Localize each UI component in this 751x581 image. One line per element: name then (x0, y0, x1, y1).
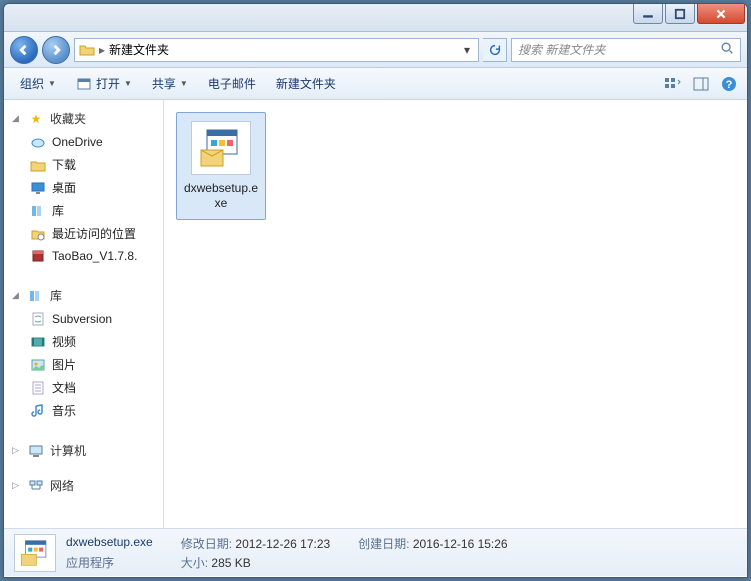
file-item[interactable]: dxwebsetup.exe (176, 112, 266, 220)
desktop-icon (30, 180, 46, 196)
details-meta: dxwebsetup.exe 修改日期: 2012-12-26 17:23 创建… (66, 535, 508, 571)
libraries-header[interactable]: ◢ 库 (4, 283, 163, 308)
sidebar-item-documents[interactable]: 文档 (4, 376, 163, 399)
sidebar-item-downloads[interactable]: 下载 (4, 153, 163, 176)
videos-icon (30, 334, 46, 350)
preview-pane-button[interactable] (691, 74, 711, 94)
expand-icon: ▷ (12, 480, 22, 491)
computer-icon (28, 443, 44, 459)
downloads-icon (30, 157, 46, 173)
help-button[interactable]: ? (719, 74, 739, 94)
collapse-icon: ◢ (12, 113, 22, 124)
archive-icon (30, 248, 46, 264)
toolbar: 组织▼ 打开▼ 共享▼ 电子邮件 新建文件夹 ? (4, 68, 747, 100)
organize-menu[interactable]: 组织▼ (12, 72, 64, 95)
close-button[interactable] (697, 4, 745, 24)
forward-button[interactable] (42, 36, 70, 64)
chevron-down-icon: ▼ (124, 79, 132, 88)
chevron-down-icon: ▼ (180, 79, 188, 88)
created-label: 创建日期: (358, 537, 409, 551)
documents-icon (30, 380, 46, 396)
sidebar: ◢ ★ 收藏夹 OneDrive 下载 桌面 库 最近访问的位置 TaoBao_… (4, 100, 164, 528)
address-bar[interactable]: ▸ 新建文件夹 ▾ (74, 38, 479, 62)
email-button[interactable]: 电子邮件 (200, 72, 264, 95)
sidebar-item-onedrive[interactable]: OneDrive (4, 131, 163, 153)
installer-icon (191, 121, 251, 175)
size-value: 285 KB (211, 556, 250, 570)
network-icon (28, 478, 44, 494)
favorites-header[interactable]: ◢ ★ 收藏夹 (4, 106, 163, 131)
back-button[interactable] (10, 36, 38, 64)
address-dropdown[interactable]: ▾ (460, 43, 474, 57)
search-icon (720, 41, 734, 58)
subversion-icon (30, 311, 46, 327)
libraries-icon (30, 203, 46, 219)
sidebar-item-taobao[interactable]: TaoBao_V1.7.8. (4, 245, 163, 267)
file-label: dxwebsetup.exe (181, 181, 261, 211)
body: ◢ ★ 收藏夹 OneDrive 下载 桌面 库 最近访问的位置 TaoBao_… (4, 100, 747, 528)
folder-icon (79, 42, 95, 58)
libraries-group: ◢ 库 Subversion 视频 图片 文档 音乐 (4, 277, 163, 432)
search-input[interactable]: 搜索 新建文件夹 (511, 38, 741, 62)
details-filename: dxwebsetup.exe (66, 535, 153, 552)
sidebar-item-recent[interactable]: 最近访问的位置 (4, 222, 163, 245)
recent-icon (30, 226, 46, 242)
sidebar-item-videos[interactable]: 视频 (4, 330, 163, 353)
new-folder-button[interactable]: 新建文件夹 (268, 72, 344, 95)
details-type: 应用程序 (66, 554, 153, 571)
onedrive-icon (30, 134, 46, 150)
titlebar (4, 4, 747, 32)
open-button[interactable]: 打开▼ (68, 72, 140, 95)
modified-value: 2012-12-26 17:23 (235, 537, 330, 551)
sidebar-item-music[interactable]: 音乐 (4, 399, 163, 422)
computer-header[interactable]: ▷ 计算机 (4, 438, 163, 463)
refresh-button[interactable] (483, 38, 507, 62)
sidebar-item-subversion[interactable]: Subversion (4, 308, 163, 330)
chevron-down-icon: ▼ (48, 79, 56, 88)
file-list[interactable]: dxwebsetup.exe (164, 100, 747, 528)
sidebar-item-pictures[interactable]: 图片 (4, 353, 163, 376)
breadcrumb-current[interactable]: 新建文件夹 (109, 41, 169, 58)
svg-text:?: ? (726, 79, 733, 91)
share-menu[interactable]: 共享▼ (144, 72, 196, 95)
computer-group: ▷ 计算机 (4, 432, 163, 473)
modified-label: 修改日期: (181, 537, 232, 551)
explorer-window: ▸ 新建文件夹 ▾ 搜索 新建文件夹 组织▼ 打开▼ 共享▼ 电子邮件 新建文件… (3, 3, 748, 578)
created-value: 2016-12-16 15:26 (413, 537, 508, 551)
minimize-button[interactable] (633, 4, 663, 24)
size-label: 大小: (181, 556, 208, 570)
expand-icon: ▷ (12, 445, 22, 456)
sidebar-item-libraries-fav[interactable]: 库 (4, 199, 163, 222)
favorites-group: ◢ ★ 收藏夹 OneDrive 下载 桌面 库 最近访问的位置 TaoBao_… (4, 100, 163, 277)
details-pane: dxwebsetup.exe 修改日期: 2012-12-26 17:23 创建… (4, 528, 747, 576)
details-thumbnail (14, 534, 56, 572)
open-icon (76, 76, 92, 92)
libraries-icon (28, 288, 44, 304)
chevron-right-icon: ▸ (99, 43, 105, 57)
pictures-icon (30, 357, 46, 373)
view-options-button[interactable] (663, 74, 683, 94)
network-group: ▷ 网络 (4, 473, 163, 508)
collapse-icon: ◢ (12, 290, 22, 301)
navbar: ▸ 新建文件夹 ▾ 搜索 新建文件夹 (4, 32, 747, 68)
network-header[interactable]: ▷ 网络 (4, 473, 163, 498)
sidebar-item-desktop[interactable]: 桌面 (4, 176, 163, 199)
maximize-button[interactable] (665, 4, 695, 24)
search-placeholder: 搜索 新建文件夹 (518, 41, 605, 58)
music-icon (30, 403, 46, 419)
star-icon: ★ (28, 111, 44, 127)
